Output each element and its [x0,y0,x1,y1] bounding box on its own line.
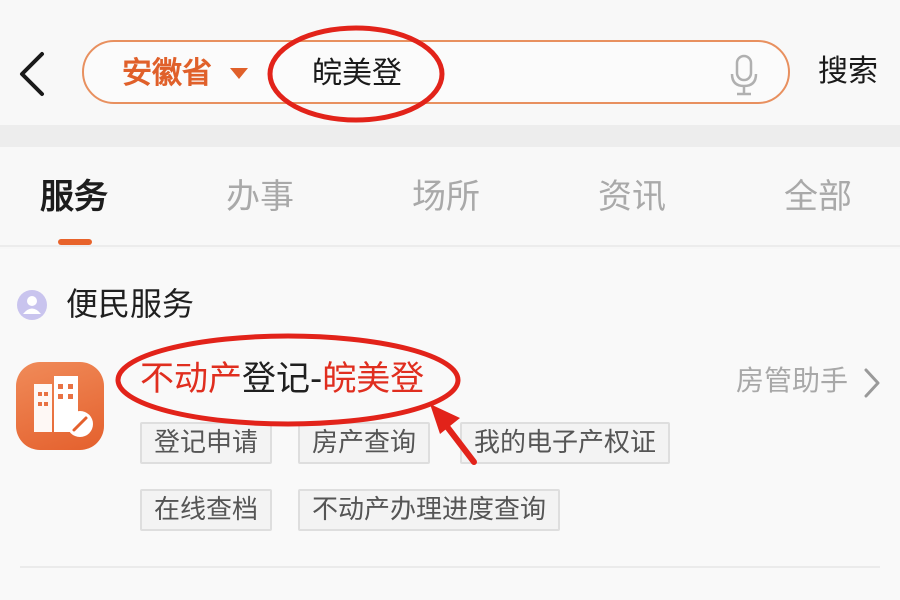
results-panel: 便民服务 不动产登记-皖美登 房管助手 登记申请 房产查询 我的电子产权证 在线… [0,249,900,600]
section-title: 便民服务 [66,285,195,323]
service-title-part: 登记- [242,359,323,399]
service-app-icon[interactable] [16,362,104,450]
tag-button[interactable]: 不动产办理进度查询 [298,489,561,531]
section-divider [0,125,900,147]
tab-all[interactable]: 全部 [784,175,852,219]
tag-button[interactable]: 我的电子产权证 [460,422,671,464]
tag-button[interactable]: 房产查询 [298,422,431,464]
service-title-part: 不动产 [140,359,242,399]
province-selector[interactable]: 安徽省 [122,54,212,94]
building-pen-icon [34,376,93,437]
user-group-icon [17,290,47,320]
tag-button[interactable]: 登记申请 [140,422,273,464]
service-title-link[interactable]: 不动产登记-皖美登 [140,357,424,401]
tab-services[interactable]: 服务 [40,175,108,219]
tab-news[interactable]: 资讯 [598,175,666,219]
tag-button[interactable]: 在线查档 [140,489,273,531]
chevron-right-icon[interactable] [862,367,882,399]
search-input[interactable]: 皖美登 [312,54,402,94]
search-button[interactable]: 搜索 [818,52,878,92]
caret-down-icon[interactable] [230,68,248,79]
tab-venues[interactable]: 场所 [412,175,480,219]
tab-affairs[interactable]: 办事 [226,175,294,219]
active-tab-indicator [58,239,92,245]
chevron-left-icon [20,52,44,96]
assistant-link[interactable]: 房管助手 [736,363,848,399]
microphone-icon[interactable] [728,54,760,96]
service-title-part: 皖美登 [322,359,425,399]
tab-bar: 服务 办事 场所 资讯 全部 [0,147,900,247]
search-bar[interactable]: 安徽省 皖美登 [82,40,790,104]
back-button[interactable] [12,48,52,100]
list-divider [20,566,880,568]
top-bar: 安徽省 皖美登 搜索 [0,0,900,125]
